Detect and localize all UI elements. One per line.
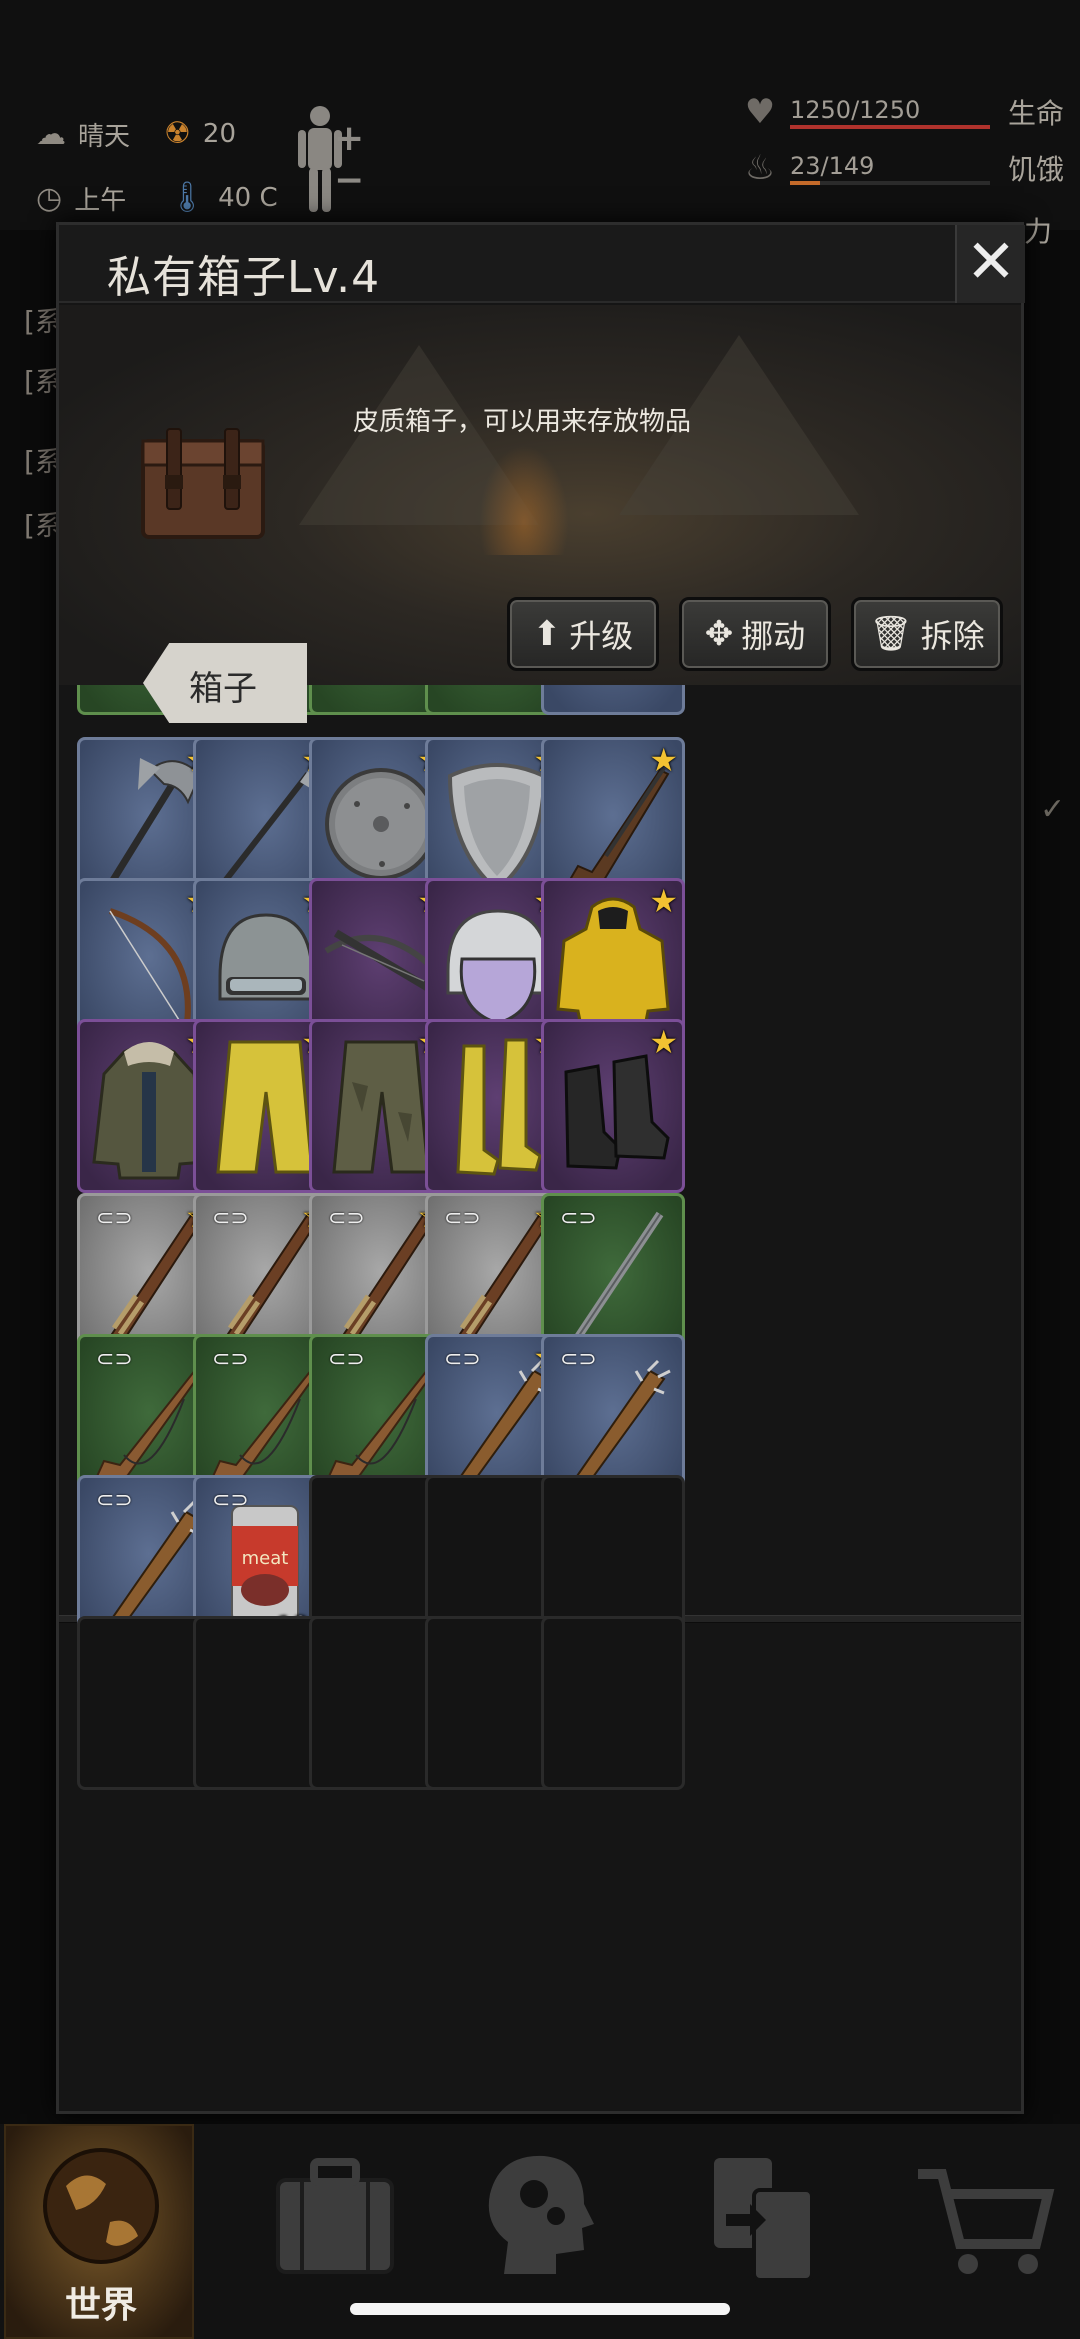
clock-icon: ◷ (36, 181, 63, 216)
temperature-value: 40 C (218, 182, 278, 213)
upgrade-label: 升级 (569, 617, 634, 655)
check-icon: ✓ (1040, 792, 1066, 827)
radiation-value: 20 (202, 118, 236, 149)
nav-world-globe[interactable]: 世界 (4, 2124, 194, 2339)
weather-label: 晴天 (78, 122, 131, 152)
move-label: 挪动 (741, 617, 806, 655)
panel-header: 私有箱子Lv.4 ✕ (59, 225, 1025, 303)
steam-icon: ♨ (744, 148, 776, 188)
close-button[interactable]: ✕ (955, 225, 1025, 303)
link-icon: ⊂⊃ (444, 1206, 481, 1231)
link-icon: ⊂⊃ (212, 1488, 249, 1513)
time-stat: ◷ 上午 (36, 180, 126, 217)
empty-slot[interactable] (541, 1616, 685, 1790)
private-box-panel: 私有箱子Lv.4 ✕ 皮质箱子，可以用来存放物品 ⬆ 升级 ✥ 挪动 🗑 拆除 (56, 222, 1025, 2114)
trash-icon: 🗑 (869, 614, 913, 654)
upgrade-button[interactable]: ⬆ 升级 (507, 597, 659, 671)
star-icon: ★ (649, 741, 678, 779)
cart-icon (918, 2169, 1055, 2274)
hunger-fill (790, 181, 820, 185)
item-grid: ⩩ ★★★★★★★★★★★★★★★⊂⊃☆⊂⊃☆⊂⊃☆⊂⊃☆⊂⊃⊂⊃⊂⊃⊂⊃⊂⊃★… (59, 685, 1021, 2111)
thermometer-icon: 🌡 (168, 180, 207, 215)
third-stat-label: 力 (1024, 215, 1053, 248)
time-label: 上午 (74, 186, 127, 216)
hunger-value: 23/149 (790, 152, 875, 180)
health-label: 生命 (1008, 97, 1065, 130)
item-slot[interactable] (541, 685, 685, 715)
link-icon: ⊂⊃ (96, 1347, 133, 1372)
link-icon: ⊂⊃ (96, 1206, 133, 1231)
box-tab-label: 箱子 (189, 669, 257, 709)
temperature-stat: 🌡 40 C (168, 180, 278, 215)
panel-title: 私有箱子Lv.4 (107, 252, 381, 303)
heart-icon: ♥ (744, 92, 776, 132)
link-icon: ⊂⊃ (212, 1206, 249, 1231)
dismantle-button[interactable]: 🗑 拆除 (851, 597, 1003, 671)
hunger-label: 饥饿 (1008, 153, 1065, 186)
dismantle-label: 拆除 (920, 617, 985, 655)
move-arrows-icon: ✥ (704, 614, 734, 654)
health-fill (790, 125, 990, 129)
head-gears-icon (488, 2155, 594, 2274)
plus-minus-icon: + − (334, 118, 365, 201)
star-icon: ★ (649, 1023, 678, 1061)
link-icon: ⊂⊃ (328, 1206, 365, 1231)
box-info-banner: 皮质箱子，可以用来存放物品 ⬆ 升级 ✥ 挪动 🗑 拆除 (59, 305, 1021, 685)
link-icon: ⊂⊃ (328, 1347, 365, 1372)
link-icon: ⊂⊃ (560, 1347, 597, 1372)
radiation-icon: ☢ (164, 116, 191, 151)
star-icon: ★ (649, 882, 678, 920)
health-value: 1250/1250 (790, 96, 921, 124)
link-icon: ⊂⊃ (560, 1206, 597, 1231)
suitcase-icon (276, 2158, 394, 2274)
hunger-bar: ♨ 23/149 饥饿 (740, 148, 1064, 188)
weather-stat: ☁ 晴天 (36, 116, 130, 153)
status-bar: ☁ 晴天 ☢ 20 ◷ 上午 🌡 40 C + − ♥ 1250/1250 生命 … (0, 0, 1080, 248)
link-icon: ⊂⊃ (444, 1347, 481, 1372)
health-bar: ♥ 1250/1250 生命 (740, 92, 1064, 132)
nav-cart[interactable] (888, 2124, 1078, 2339)
cloud-sun-icon: ☁ (36, 117, 66, 152)
trade-icon (714, 2158, 814, 2282)
can-label-text: meat (242, 1548, 289, 1569)
box-description: 皮质箱子，可以用来存放物品 (353, 407, 692, 437)
campfire-glow (479, 445, 569, 555)
radiation-stat: ☢ 20 (164, 116, 236, 151)
nav-label: 世界 (64, 2285, 137, 2326)
leather-box-icon (141, 428, 265, 539)
up-arrow-icon: ⬆ (532, 614, 562, 654)
home-indicator (350, 2303, 730, 2315)
close-icon: ✕ (965, 227, 1017, 297)
link-icon: ⊂⊃ (212, 1347, 249, 1372)
link-icon: ⊂⊃ (96, 1488, 133, 1513)
move-button[interactable]: ✥ 挪动 (679, 597, 831, 671)
item-slot[interactable]: ★ (541, 1019, 685, 1193)
